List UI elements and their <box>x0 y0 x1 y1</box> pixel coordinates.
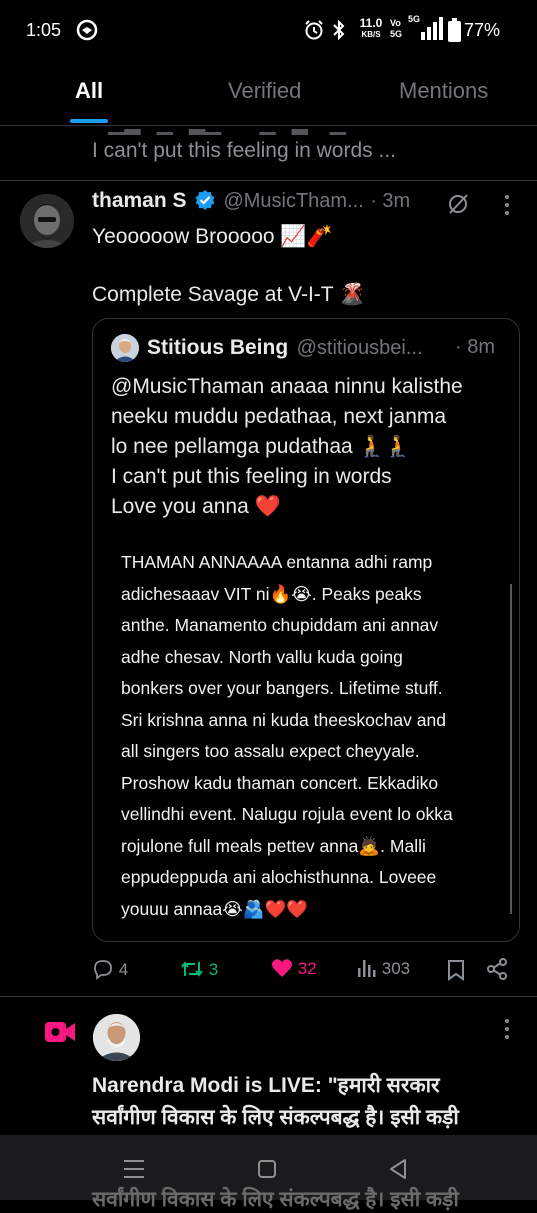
underlying-text-fragment: सर्वांगीण विकास के लिए संकल्पबद्ध है। इस… <box>92 1188 459 1211</box>
views-button[interactable]: 303 <box>357 958 410 979</box>
quoted-tweet[interactable]: Stitious Being @stitiousbei... · 8m @Mus… <box>92 318 520 942</box>
author-name[interactable]: thaman S <box>92 189 187 212</box>
reply-button[interactable]: 4 <box>92 958 128 980</box>
screenshot-text-line: all singers too assalu expect cheyyale. <box>121 741 420 761</box>
status-bar: 1:05 11.0 KB/S Vo 5G 5G 77% <box>0 0 537 62</box>
like-button[interactable]: 32 <box>271 958 317 979</box>
retweet-count: 3 <box>208 960 219 979</box>
quoted-tweet-time: · 8m <box>455 336 495 358</box>
tweet-divider <box>0 996 537 997</box>
home-icon[interactable] <box>257 1159 277 1179</box>
quoted-text-line: neeku muddu pedathaa, next janma <box>111 405 447 428</box>
quoted-author-name: Stitious Being <box>147 336 289 359</box>
live-text-start: is LIVE: "हमारी सरकार <box>239 1074 440 1097</box>
tweet-time: · 3m <box>370 190 411 212</box>
quoted-text: @MusicThaman anaaa ninnu kalisthe neeku … <box>111 372 511 522</box>
author-avatar[interactable] <box>20 194 74 248</box>
alarm-icon <box>303 19 325 41</box>
back-icon[interactable] <box>388 1158 408 1180</box>
signal-5g-label: 5G <box>408 14 421 24</box>
active-tab-indicator <box>70 119 108 123</box>
share-icon[interactable] <box>486 958 508 980</box>
battery-icon <box>448 18 461 42</box>
system-navigation-bar: सर्वांगीण विकास के लिए संकल्पबद्ध है। इस… <box>0 1135 537 1211</box>
net-speed: 11.0 KB/S <box>358 17 384 41</box>
screenshot-text-line: vellindhi event. Nalugu rojula event lo … <box>121 804 453 824</box>
volte-bottom: 5G <box>390 29 403 39</box>
screenshot-text-line: bonkers over your bangers. Lifetime stuf… <box>121 678 443 698</box>
quoted-text-line: I can't put this feeling in words <box>111 465 392 488</box>
screenshot-text-line: rojulone full meals pettev anna🙇. Malli <box>121 835 426 856</box>
live-author-name: Narendra Modi <box>92 1074 240 1097</box>
live-video-icon <box>44 1019 76 1045</box>
quoted-author-handle: @stitiousbei... <box>296 337 423 359</box>
tab-mentions[interactable]: Mentions <box>399 78 488 104</box>
retweet-icon <box>181 961 203 977</box>
net-speed-unit: KB/S <box>361 30 381 39</box>
live-author-avatar[interactable] <box>93 1014 140 1061</box>
reply-icon <box>94 960 112 980</box>
verified-badge-icon <box>195 190 215 215</box>
screenshot-text-line: Sri krishna anna ni kuda theeskochav and <box>121 709 446 730</box>
heart-icon <box>272 959 292 977</box>
screenshot-text-line: Proshow kadu thaman concert. Ekkadiko <box>121 772 439 793</box>
more-options-icon[interactable] <box>500 193 514 217</box>
volte-indicator: Vo 5G <box>390 18 404 40</box>
tweet-divider <box>0 180 537 181</box>
notification-app-icon <box>76 19 98 41</box>
clipped-text-fragment: ▁▂▃▁▂▁▃▂▁▁ ▂▁▃ ▁▂ <box>92 128 512 135</box>
tweet-text-line-2: Complete Savage at V-I-T 🌋 <box>92 283 366 306</box>
screenshot-text-line: THAMAN ANNAAAA entanna adhi ramp <box>121 552 433 572</box>
tab-verified[interactable]: Verified <box>228 78 301 104</box>
battery-percent: 77% <box>464 20 501 40</box>
tab-all[interactable]: All <box>75 78 103 104</box>
screenshot-text-line: adhe chesav. North vallu kuda going <box>121 646 403 667</box>
volte-top: Vo <box>390 18 401 28</box>
screenshot-text-line: eppudeppuda ani alochisthunna. Loveee <box>121 867 437 887</box>
quoted-header: Stitious Being @stitiousbei... · 8m <box>147 336 517 360</box>
quoted-text-line: lo nee pellamga pudathaa 🧎🧎 <box>111 435 411 458</box>
live-notification-text[interactable]: Narendra Modi is LIVE: "हमारी सरकार सर्व… <box>92 1070 522 1134</box>
quoted-text-line: @MusicThaman anaaa ninnu kalisthe <box>111 375 463 398</box>
screenshot-text-block: THAMAN ANNAAAA entanna adhi ramp adiches… <box>121 547 513 921</box>
live-notification-line-1: Narendra Modi is LIVE: "हमारी सरकार <box>92 1070 522 1102</box>
views-icon <box>358 960 376 977</box>
tabs-divider <box>0 125 537 126</box>
screenshot-text-line: adichesaaav VIT ni🔥😭. Peaks peaks <box>121 583 422 604</box>
recent-apps-icon[interactable] <box>122 1159 146 1179</box>
quoted-author-avatar <box>111 334 139 362</box>
retweet-button[interactable]: 3 <box>180 958 218 980</box>
grok-icon[interactable] <box>446 192 470 216</box>
previous-tweet-fragment[interactable]: ▁▂▃▁▂▁▃▂▁▁ ▂▁▃ ▁▂ I can't put this feeli… <box>92 128 512 178</box>
status-time: 1:05 <box>26 20 62 40</box>
previous-tweet-text: I can't put this feeling in words ... <box>92 139 396 162</box>
quoted-screenshot-image[interactable]: THAMAN ANNAAAA entanna adhi ramp adiches… <box>94 539 518 921</box>
screenshot-text-line: youuu annaa😭🫂❤️❤️ <box>121 898 309 919</box>
net-speed-value: 11.0 <box>359 16 383 30</box>
quoted-text-line: Love you anna ❤️ <box>111 495 281 518</box>
tweet-text-line-1: Yeooooow Brooooo 📈🧨 <box>92 225 333 248</box>
view-count: 303 <box>381 959 411 978</box>
bluetooth-icon <box>332 19 346 41</box>
reply-count: 4 <box>118 960 129 979</box>
author-handle[interactable]: @MusicTham... <box>223 190 363 212</box>
notifications-tabs: All Verified Mentions <box>0 62 537 124</box>
screenshot-text-line: anthe. Manamento chupiddam ani annav <box>121 615 439 635</box>
live-text-line-2: सर्वांगीण विकास के लिए संकल्पबद्ध है। इस… <box>92 1106 459 1129</box>
tweet-header: thaman S @MusicTham... · 3m <box>92 189 492 219</box>
bookmark-icon[interactable] <box>447 959 465 981</box>
live-more-options-icon[interactable] <box>500 1017 514 1041</box>
like-count: 32 <box>297 959 317 978</box>
